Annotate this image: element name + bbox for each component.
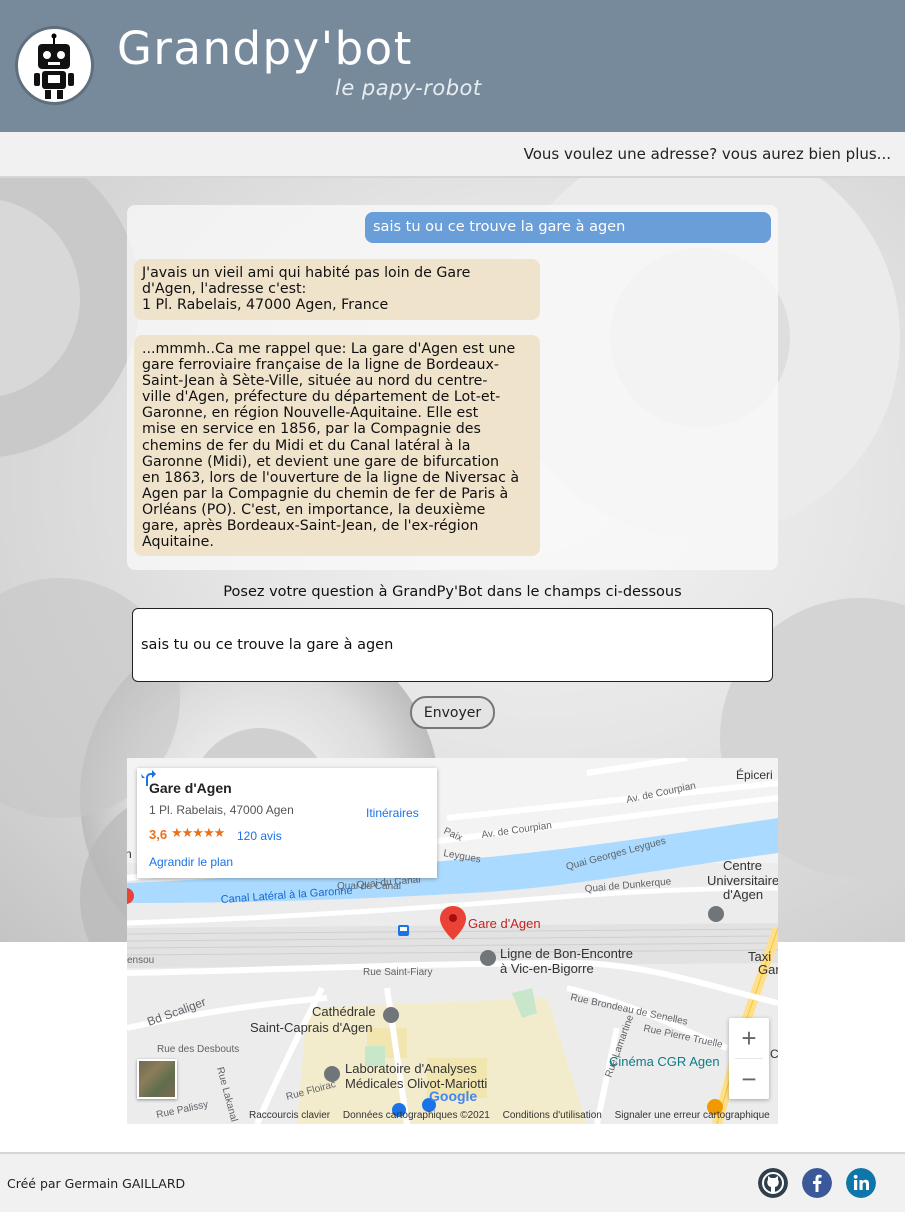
github-icon[interactable] bbox=[758, 1168, 788, 1198]
transit-poi-icon[interactable] bbox=[480, 950, 496, 966]
rating-stars-icon: ★★★★★ bbox=[171, 825, 225, 840]
map-label: n bbox=[127, 847, 132, 861]
enlarge-map-link[interactable]: Agrandir le plan bbox=[149, 855, 233, 869]
map-label: Laboratoire d'Analyses bbox=[345, 1061, 477, 1076]
place-rating: 3,6 bbox=[149, 827, 168, 842]
footer: Créé par Germain GAILLARD bbox=[0, 1152, 905, 1212]
map-label: Cinéma CGR Agen bbox=[609, 1054, 720, 1069]
place-address: 1 Pl. Rabelais, 47000 Agen bbox=[149, 803, 294, 817]
bot-address-line: 1 Pl. Rabelais, 47000 Agen, France bbox=[142, 297, 389, 314]
directions-link[interactable]: Itinéraires bbox=[366, 806, 419, 820]
bot-story-line: ville d'Agen, préfecture du département … bbox=[142, 389, 501, 406]
map-label: Centre bbox=[723, 858, 762, 873]
bot-story-line: chemins de fer du Midi et du Canal latér… bbox=[142, 437, 471, 454]
map-label: Rue des Desbouts bbox=[157, 1044, 239, 1055]
map-label: Ligne de Bon-Encontre bbox=[500, 946, 633, 961]
place-info-card: Gare d'Agen 1 Pl. Rabelais, 47000 Agen 3… bbox=[137, 768, 437, 878]
directions-icon[interactable] bbox=[137, 768, 157, 788]
map-label: Épiceri bbox=[736, 767, 773, 782]
bot-story-line: gare ferroviaire française de la ligne d… bbox=[142, 357, 499, 374]
bot-story-line: Orléans (PO). C'est, en importance, la d… bbox=[142, 501, 486, 518]
map-label: d'Agen bbox=[723, 887, 763, 902]
map-label: à Vic-en-Bigorre bbox=[500, 961, 594, 976]
map-label: Gar bbox=[758, 962, 778, 977]
bot-address-bubble: J'avais un vieil ami qui habité pas loin… bbox=[134, 259, 540, 320]
author-credit: Créé par Germain GAILLARD bbox=[7, 1176, 186, 1191]
question-input[interactable] bbox=[132, 608, 773, 682]
map-label: Cathédrale bbox=[312, 1004, 376, 1019]
bot-story-line: ...mmmh..Ca me rappel que: La gare d'Age… bbox=[142, 341, 516, 357]
bot-address-line: d'Agen, l'adresse c'est: bbox=[142, 281, 307, 298]
user-message-bubble: sais tu ou ce trouve la gare à agen bbox=[365, 212, 771, 243]
bot-story-line: Aquitaine. bbox=[142, 534, 214, 551]
map-label: Rue Saint-Fiary bbox=[363, 967, 432, 978]
bot-story-line: Garonne, en région Nouvelle-Aquitaine. E… bbox=[142, 405, 479, 422]
tagline-bar: Vous voulez une adresse? vous aurez bien… bbox=[0, 132, 905, 178]
place-name: Gare d'Agen bbox=[149, 780, 232, 796]
robot-logo-icon bbox=[15, 26, 94, 105]
bot-story-line: Saint-Jean à Sète-Ville, située au nord … bbox=[142, 373, 488, 390]
map-footer: Raccourcis clavier Données cartographiqu… bbox=[249, 1110, 778, 1124]
cathedral-poi-icon[interactable] bbox=[383, 1007, 399, 1023]
map-label: C bbox=[770, 1047, 778, 1061]
send-button[interactable]: Envoyer bbox=[410, 696, 495, 729]
reviews-link[interactable]: 120 avis bbox=[237, 829, 282, 843]
header: Grandpy'bot le papy-robot bbox=[0, 0, 905, 132]
zoom-out-button[interactable]: − bbox=[729, 1059, 769, 1099]
facebook-icon[interactable] bbox=[802, 1168, 832, 1198]
app-title: Grandpy'bot bbox=[117, 22, 413, 75]
map-label: Saint-Caprais d'Agen bbox=[250, 1020, 372, 1035]
bot-story-line: mise en service en 1856, par la Compagni… bbox=[142, 421, 481, 438]
linkedin-icon[interactable] bbox=[846, 1168, 876, 1198]
bot-story-line: gare, après Bordeaux-Saint-Jean, de l'ex… bbox=[142, 518, 479, 535]
zoom-in-button[interactable]: + bbox=[729, 1018, 769, 1058]
bot-story-line: Garonne (Midi), et devient une gare de b… bbox=[142, 453, 500, 470]
terms-link[interactable]: Conditions d'utilisation bbox=[503, 1110, 602, 1121]
question-prompt: Posez votre question à GrandPy'Bot dans … bbox=[223, 584, 682, 600]
app-subtitle: le papy-robot bbox=[335, 76, 482, 100]
bot-story-line: Agen par la Compagnie du chemin de fer d… bbox=[142, 485, 509, 502]
google-map[interactable]: Gare d'Agen Épiceri Av. de Courpian Av. … bbox=[127, 758, 778, 1124]
university-poi-icon[interactable] bbox=[708, 906, 724, 922]
keyboard-shortcuts-link[interactable]: Raccourcis clavier bbox=[249, 1110, 330, 1121]
street-view-thumbnail[interactable] bbox=[137, 1059, 177, 1099]
map-label: Universitaire bbox=[707, 873, 778, 888]
bot-story-line: en 1863, lors de l'ouverture de la ligne… bbox=[142, 469, 520, 486]
report-error-link[interactable]: Signaler une erreur cartographique bbox=[615, 1110, 770, 1121]
zoom-control: + − bbox=[729, 1018, 769, 1099]
google-logo: Google bbox=[429, 1088, 478, 1104]
map-label: ensou bbox=[127, 955, 154, 966]
bot-address-line: J'avais un vieil ami qui habité pas loin… bbox=[142, 265, 471, 281]
bot-story-bubble: ...mmmh..Ca me rappel que: La gare d'Age… bbox=[134, 335, 540, 556]
map-label: Gare d'Agen bbox=[468, 916, 541, 931]
tagline: Vous voulez une adresse? vous aurez bien… bbox=[523, 145, 891, 163]
map-data-text: Données cartographiques ©2021 bbox=[342, 1110, 490, 1121]
